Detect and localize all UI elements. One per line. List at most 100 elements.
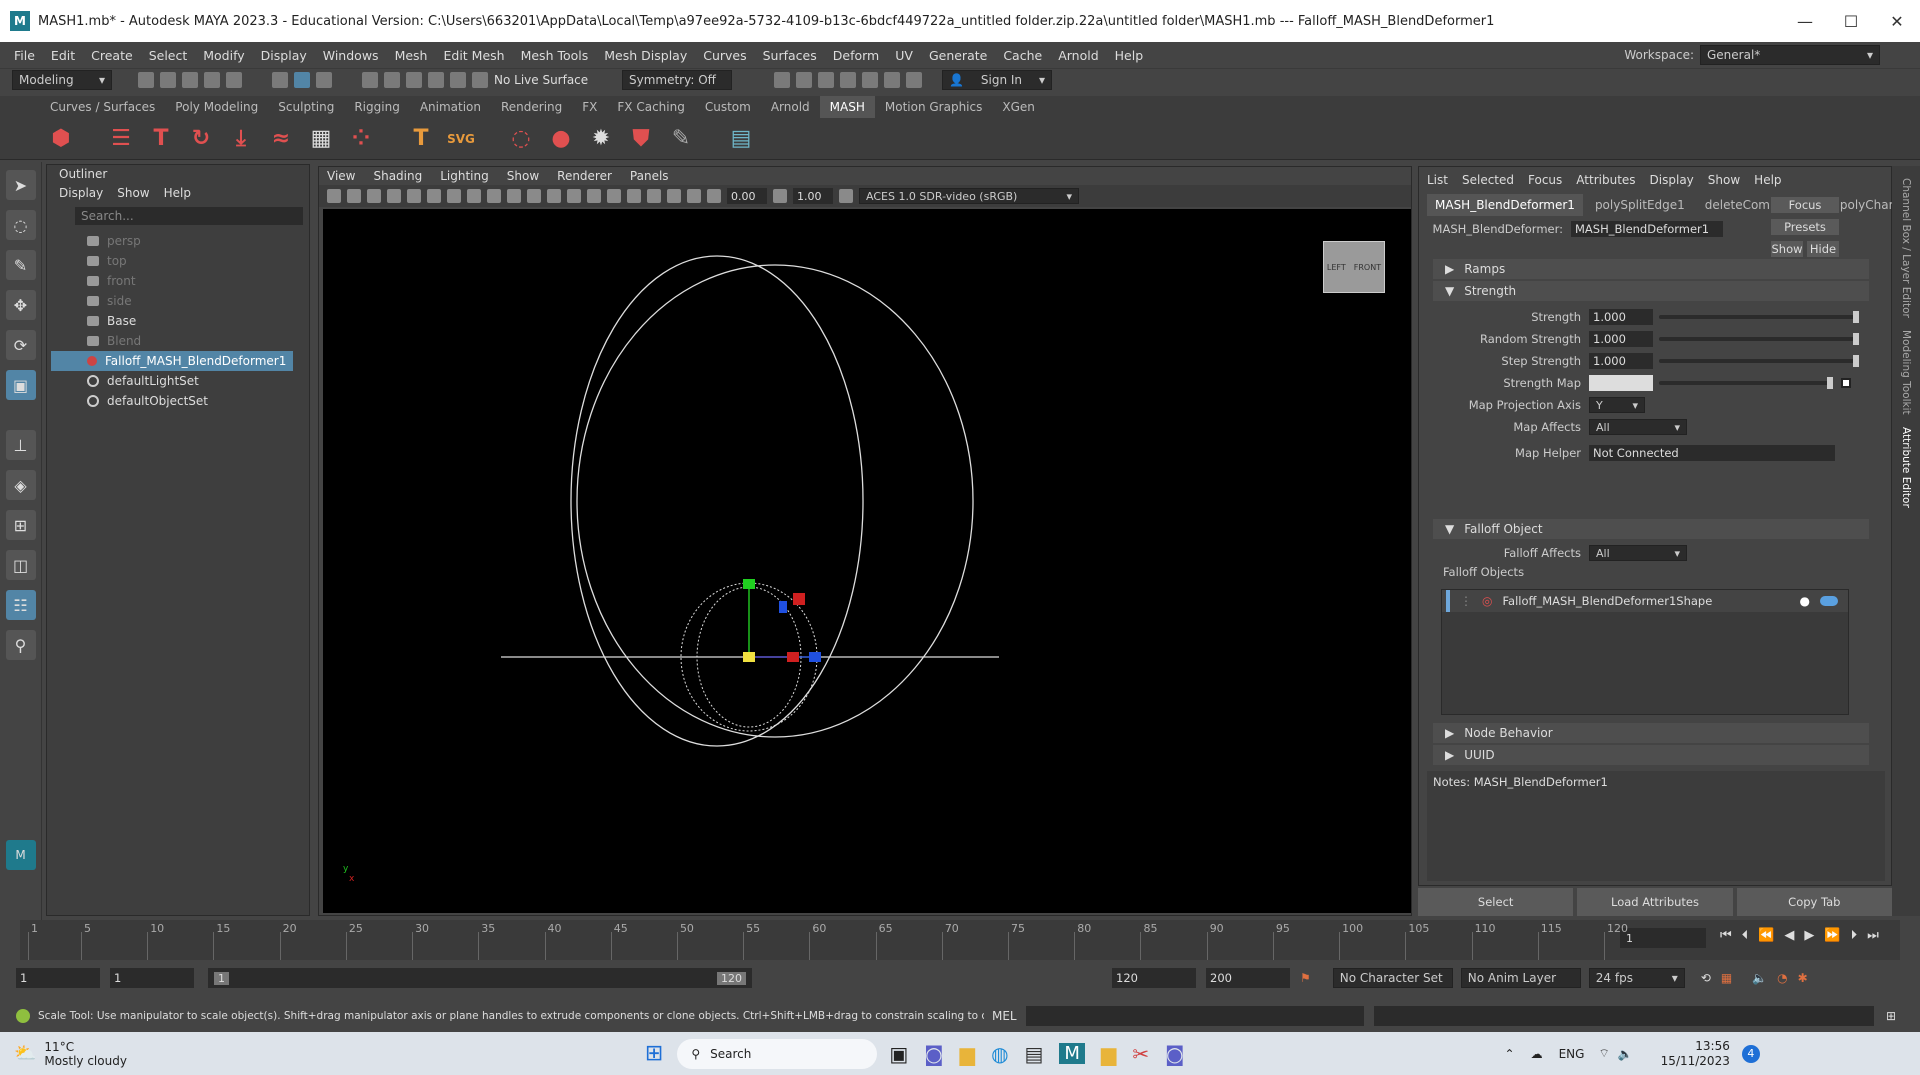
isolate-select-icon[interactable] (647, 189, 661, 203)
viewport-menu-shading[interactable]: Shading (373, 169, 422, 183)
shelf-tab-rendering[interactable]: Rendering (491, 96, 572, 118)
side-tab-attribute-editor[interactable]: Attribute Editor (1900, 427, 1912, 508)
outliner-search-input[interactable]: Search... (75, 207, 303, 225)
go-to-start-icon[interactable]: ⏮ (1720, 928, 1732, 943)
windows-start-icon[interactable]: ⊞ (645, 1041, 663, 1066)
render-view-icon[interactable] (774, 71, 790, 88)
mash-drop-icon[interactable]: ⤓ (226, 124, 256, 154)
anim-prefs-icon[interactable]: ✱ (1798, 971, 1808, 985)
anti-alias-icon[interactable] (627, 189, 641, 203)
ae-menu-focus[interactable]: Focus (1528, 173, 1562, 187)
mash-bomb-icon[interactable]: ✹ (586, 124, 616, 154)
step-strength-field[interactable]: 1.000 (1589, 353, 1653, 369)
mel-input[interactable] (1026, 1006, 1364, 1026)
character-set-dropdown[interactable]: No Character Set (1332, 968, 1453, 988)
viewcube-front[interactable]: FRONT (1354, 263, 1381, 272)
mash-text-icon[interactable]: T (146, 124, 176, 154)
colorspace-dropdown[interactable]: ACES 1.0 SDR-video (sRGB) ▾ (859, 188, 1079, 204)
shelf-tab-poly[interactable]: Poly Modeling (165, 96, 268, 118)
textured-icon[interactable] (527, 189, 541, 203)
step-forward-icon[interactable]: ⏩ (1824, 928, 1840, 943)
menu-file[interactable]: File (6, 48, 43, 63)
menu-mesh-tools[interactable]: Mesh Tools (513, 48, 597, 63)
xray-icon[interactable] (667, 189, 681, 203)
step-back-icon[interactable]: ⏪ (1758, 928, 1774, 943)
loop-icon[interactable]: ⟲ (1701, 971, 1711, 985)
mash-distribute-icon[interactable]: ☰ (106, 124, 136, 154)
time-slider[interactable]: 1 ⏮ ⏴ ⏪ ◀ ▶ ⏩ ⏵ ⏭ 1 5 10 15 20 25 30 35 40 45 50 55… (20, 920, 1900, 960)
menu-cache[interactable]: Cache (995, 48, 1050, 63)
shelf-tab-fx-caching[interactable]: FX Caching (607, 96, 694, 118)
snap-surface-icon[interactable] (450, 71, 466, 88)
ae-tab-polysplitedge[interactable]: polySplitEdge1 (1587, 194, 1693, 216)
shelf-tab-mash[interactable]: MASH (819, 96, 875, 118)
play-forward-icon[interactable]: ▶ (1804, 928, 1814, 943)
snap-point-icon[interactable] (406, 71, 422, 88)
shelf-tab-animation[interactable]: Animation (410, 96, 491, 118)
open-scene-icon[interactable] (160, 71, 176, 88)
save-scene-icon[interactable] (182, 71, 198, 88)
taskbar-clock[interactable]: 13:56 15/11/2023 (1661, 1039, 1730, 1069)
section-strength[interactable]: ▼ Strength (1433, 281, 1869, 301)
menu-arnold[interactable]: Arnold (1050, 48, 1106, 63)
shelf-tab-arnold[interactable]: Arnold (761, 96, 820, 118)
chevron-up-icon[interactable]: ⌃ (1505, 1047, 1515, 1061)
menu-edit[interactable]: Edit (43, 48, 83, 63)
outliner-row[interactable]: Base (51, 311, 293, 331)
ipr-render-icon[interactable] (818, 71, 834, 88)
menu-display[interactable]: Display (253, 48, 315, 63)
manipulator-center-handle[interactable] (743, 652, 755, 662)
undo-icon[interactable] (204, 71, 220, 88)
manipulator-x-handle[interactable] (787, 652, 799, 662)
symmetry-dropdown[interactable]: Symmetry: Off (622, 69, 732, 90)
camera-select-icon[interactable] (327, 189, 341, 203)
outliner-row[interactable]: defaultLightSet (51, 371, 293, 391)
shelf-tab-fx[interactable]: FX (572, 96, 607, 118)
maximize-icon[interactable]: ☐ (1828, 0, 1874, 42)
language-indicator[interactable]: ENG (1559, 1047, 1585, 1061)
four-view-icon[interactable]: ⊞ (5, 510, 36, 540)
load-attributes-button[interactable]: Load Attributes (1577, 888, 1733, 916)
copy-tab-button[interactable]: Copy Tab (1736, 888, 1892, 916)
mash-sphere-icon[interactable]: ● (546, 124, 576, 154)
lasso-tool-icon[interactable]: ◌ (5, 210, 36, 240)
outliner-menu-display[interactable]: Display (59, 186, 103, 200)
menu-create[interactable]: Create (83, 48, 141, 63)
strength-map-slider[interactable] (1659, 377, 1833, 389)
outliner-row[interactable]: Falloff_MASH_BlendDeformer1 (51, 351, 293, 371)
select-tool-icon[interactable]: ➤ (5, 170, 36, 200)
axis-icon[interactable]: ⊥ (5, 430, 36, 460)
live-surface-label[interactable]: No Live Surface (494, 73, 604, 87)
menu-mesh[interactable]: Mesh (387, 48, 436, 63)
shelf-tab-motion-graphics[interactable]: Motion Graphics (875, 96, 993, 118)
gamma-icon[interactable] (773, 189, 787, 203)
shadows-icon[interactable] (567, 189, 581, 203)
outliner-menu-help[interactable]: Help (164, 186, 191, 200)
mash-script-icon[interactable]: ▤ (726, 124, 756, 154)
strength-map-swatch[interactable] (1589, 375, 1653, 391)
viewport-menu-renderer[interactable]: Renderer (557, 169, 612, 183)
weather-icon[interactable]: ⛅ (14, 1043, 36, 1064)
edge-icon[interactable]: ◍ (991, 1042, 1008, 1066)
mash-rotate-icon[interactable]: ↻ (186, 124, 216, 154)
outliner-row[interactable]: Blend (51, 331, 293, 351)
map-checker-icon[interactable] (1841, 378, 1851, 388)
exposure-icon[interactable] (707, 189, 721, 203)
menu-windows[interactable]: Windows (315, 48, 387, 63)
auto-key-icon[interactable]: ⚑ (1300, 971, 1311, 985)
range-slider[interactable]: 1 120 (208, 968, 752, 988)
hypershade-icon[interactable] (862, 71, 878, 88)
random-strength-slider[interactable] (1659, 333, 1859, 345)
menu-deform[interactable]: Deform (825, 48, 887, 63)
ae-menu-attributes[interactable]: Attributes (1576, 173, 1635, 187)
type-tool-icon[interactable]: T (406, 124, 436, 154)
gamma-field[interactable]: 1.00 (793, 188, 833, 204)
viewport-menu-view[interactable]: View (327, 169, 355, 183)
ae-menu-show[interactable]: Show (1708, 173, 1740, 187)
menu-select[interactable]: Select (141, 48, 196, 63)
mash-magnet-icon[interactable]: ⛊ (626, 124, 656, 154)
motion-blur-icon[interactable] (607, 189, 621, 203)
section-uuid[interactable]: ▶ UUID (1433, 745, 1869, 765)
enable-toggle[interactable] (1820, 596, 1838, 606)
xray-joints-icon[interactable] (687, 189, 701, 203)
